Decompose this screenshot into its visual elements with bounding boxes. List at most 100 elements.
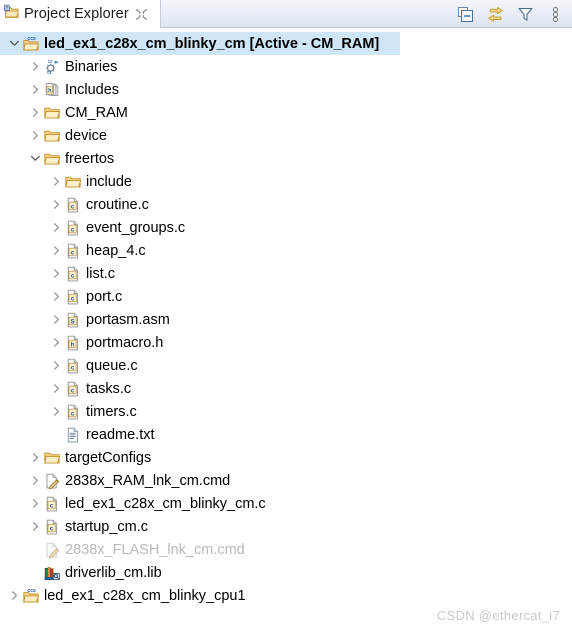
tab-project-explorer[interactable]: Project Explorer (0, 0, 161, 28)
chevron-right-icon[interactable] (27, 496, 43, 512)
tree-row[interactable]: c queue.c (0, 354, 572, 377)
project-explorer-tree[interactable]: ccs led_ex1_c28x_cm_blinky_cm [Active - C… (0, 28, 572, 632)
text-file-icon (64, 427, 82, 443)
view-tab-bar: Project Explorer (0, 0, 572, 28)
h-file-icon: h (64, 335, 82, 351)
library-icon (43, 565, 61, 581)
tree-row-label: driverlib_cm.lib (65, 564, 162, 581)
tree-row-label: timers.c (86, 403, 137, 420)
chevron-right-icon[interactable] (6, 588, 22, 604)
c-file-icon: c (64, 358, 82, 374)
svg-text:c: c (71, 272, 75, 279)
chevron-right-icon[interactable] (48, 266, 64, 282)
tree-row[interactable]: freertos (0, 147, 572, 170)
chevron-right-icon[interactable] (48, 381, 64, 397)
tree-row[interactable]: driverlib_cm.lib (0, 561, 572, 584)
tree-row[interactable]: h Includes (0, 78, 572, 101)
chevron-right-icon[interactable] (27, 82, 43, 98)
tree-row[interactable]: 10 01 Binaries (0, 55, 572, 78)
c-file-icon: c (64, 197, 82, 213)
tree-row[interactable]: Sportasm.asm (0, 308, 572, 331)
svg-text:h: h (48, 87, 52, 93)
chevron-right-icon[interactable] (48, 404, 64, 420)
tree-row-label: led_ex1_c28x_cm_blinky_cpu1 (44, 587, 246, 604)
ccs-project-icon: ccs (22, 36, 40, 52)
tree-row[interactable]: c event_groups.c (0, 216, 572, 239)
tree-row[interactable]: targetConfigs (0, 446, 572, 469)
view-menu-button[interactable] (547, 6, 564, 23)
tree-row[interactable]: c croutine.c (0, 193, 572, 216)
svg-text:ccs: ccs (27, 588, 36, 594)
filters-button[interactable] (517, 6, 534, 23)
svg-text:h: h (71, 341, 75, 348)
folder-icon (43, 151, 61, 167)
tree-row[interactable]: h portmacro.h (0, 331, 572, 354)
tab-close-icon[interactable] (135, 8, 148, 21)
chevron-right-icon[interactable] (48, 289, 64, 305)
tree-row[interactable]: c list.c (0, 262, 572, 285)
chevron-down-icon[interactable] (6, 36, 22, 52)
tree-row-label: include (86, 173, 132, 190)
chevron-right-icon[interactable] (27, 128, 43, 144)
chevron-right-icon[interactable] (48, 197, 64, 213)
c-file-icon: c (64, 381, 82, 397)
tree-row-label: list.c (86, 265, 115, 282)
tree-row-label: 2838x_RAM_lnk_cm.cmd (65, 472, 231, 489)
view-toolbar (457, 0, 564, 28)
tree-row[interactable]: device (0, 124, 572, 147)
tree-row[interactable]: CM_RAM (0, 101, 572, 124)
tree-row-label: targetConfigs (65, 449, 152, 466)
tree-row-label: 2838x_FLASH_lnk_cm.cmd (65, 541, 245, 558)
tree-row-label: Binaries (65, 58, 118, 75)
chevron-right-icon[interactable] (48, 312, 64, 328)
tree-row[interactable]: c port.c (0, 285, 572, 308)
watermark-text: CSDN @ethercat_i7 (436, 608, 560, 623)
tree-row[interactable]: 2838x_RAM_lnk_cm.cmd (0, 469, 572, 492)
chevron-right-icon[interactable] (27, 59, 43, 75)
no-expander (27, 565, 43, 581)
chevron-right-icon[interactable] (27, 473, 43, 489)
no-expander (48, 427, 64, 443)
chevron-right-icon[interactable] (48, 220, 64, 236)
tree-row-label: croutine.c (86, 196, 149, 213)
tree-row[interactable]: c led_ex1_c28x_cm_blinky_cm.c (0, 492, 572, 515)
svg-text:10: 10 (48, 59, 53, 64)
tree-row[interactable]: c tasks.c (0, 377, 572, 400)
folder-icon (64, 174, 82, 190)
tree-row[interactable]: ccs led_ex1_c28x_cm_blinky_cm [Active - C… (0, 32, 400, 55)
tree-row[interactable]: c timers.c (0, 400, 572, 423)
c-file-icon: c (64, 243, 82, 259)
tree-row[interactable]: c startup_cm.c (0, 515, 572, 538)
tab-label: Project Explorer (24, 6, 129, 22)
chevron-down-icon[interactable] (27, 151, 43, 167)
chevron-right-icon[interactable] (48, 174, 64, 190)
tree-row[interactable]: ccs led_ex1_c28x_cm_blinky_cpu1 (0, 584, 572, 607)
tree-row-label: port.c (86, 288, 123, 305)
chevron-right-icon[interactable] (48, 358, 64, 374)
binaries-icon: 10 01 (43, 59, 61, 75)
tree-row[interactable]: 2838x_FLASH_lnk_cm.cmd (0, 538, 572, 561)
chevron-right-icon[interactable] (27, 519, 43, 535)
tree-row[interactable]: c heap_4.c (0, 239, 572, 262)
project-explorer-icon (4, 4, 20, 24)
collapse-all-button[interactable] (457, 6, 474, 23)
tree-row-label: readme.txt (86, 426, 155, 443)
c-file-icon: c (64, 220, 82, 236)
tree-row[interactable]: include (0, 170, 572, 193)
svg-text:c: c (71, 387, 75, 394)
folder-icon (43, 450, 61, 466)
chevron-right-icon[interactable] (48, 335, 64, 351)
svg-text:c: c (71, 410, 75, 417)
chevron-right-icon[interactable] (27, 450, 43, 466)
tree-row-label: startup_cm.c (65, 518, 148, 535)
c-file-icon: c (43, 519, 61, 535)
folder-icon (43, 128, 61, 144)
svg-text:c: c (50, 502, 54, 509)
tree-row[interactable]: readme.txt (0, 423, 572, 446)
ccs-project-icon: ccs (22, 588, 40, 604)
cmd-file-excluded-icon (43, 542, 61, 558)
chevron-right-icon[interactable] (27, 105, 43, 121)
link-with-editor-button[interactable] (487, 6, 504, 23)
svg-text:c: c (71, 226, 75, 233)
chevron-right-icon[interactable] (48, 243, 64, 259)
